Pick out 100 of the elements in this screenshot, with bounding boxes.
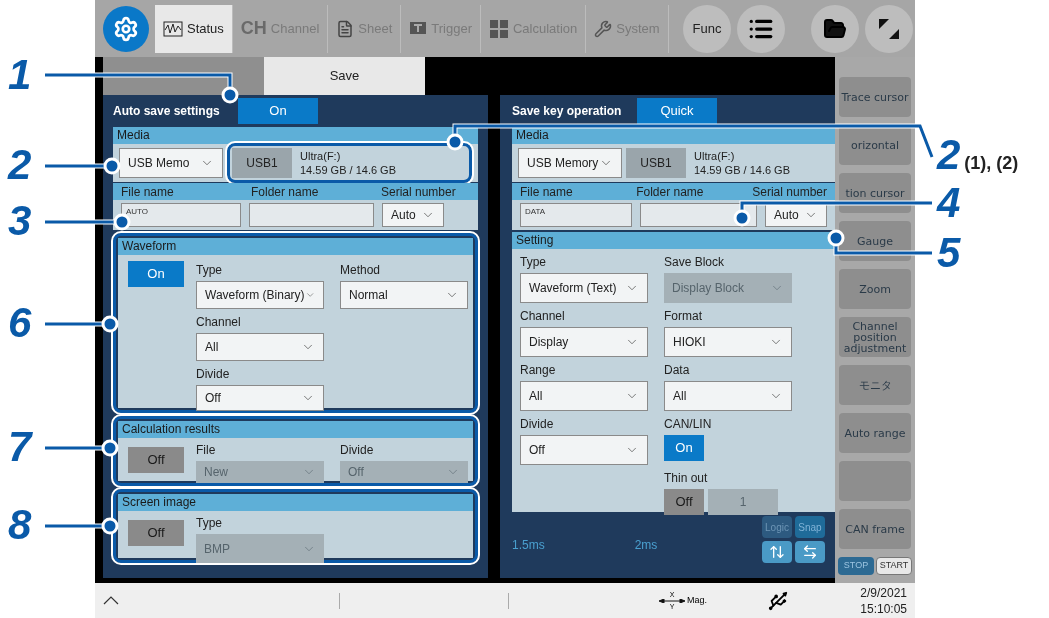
field-label: Folder name: [251, 183, 320, 201]
view-tab[interactable]: Save: [264, 57, 425, 95]
callout-number: 7: [8, 424, 32, 470]
vertical-arrows-icon: [769, 544, 785, 560]
callout-number: 6: [8, 300, 32, 346]
field-label: Type: [196, 515, 223, 532]
field-label: Divide: [340, 442, 375, 459]
resize-button[interactable]: [865, 4, 913, 53]
toggle-button[interactable]: On: [238, 98, 318, 124]
calculator-icon: [489, 18, 509, 39]
func-button[interactable]: Func: [683, 4, 731, 53]
callout-number: 8: [8, 502, 32, 548]
drive-name: Ultra(F:): [694, 149, 736, 163]
horizontal-arrows-button[interactable]: [795, 541, 825, 563]
dropdown[interactable]: All: [520, 381, 648, 411]
folder-button[interactable]: [811, 4, 859, 53]
port-label: USB1: [232, 148, 292, 178]
toolbar-tab[interactable]: Status: [155, 4, 233, 53]
sidebar-button[interactable]: Trace cursor: [839, 77, 911, 117]
toggle-button[interactable]: Off: [664, 489, 704, 515]
wrench-icon: [594, 19, 613, 38]
field-label: Serial number: [381, 183, 456, 201]
field-label: Data: [664, 362, 691, 379]
snap-button[interactable]: Snap: [795, 516, 825, 538]
dropdown[interactable]: USB Memory: [518, 148, 622, 178]
vertical-arrows-button[interactable]: [762, 541, 792, 563]
field-label: Divide: [196, 366, 231, 383]
stop-button[interactable]: STOP: [838, 557, 874, 575]
field-label: File name: [121, 183, 175, 201]
date-text: 2/9/2021: [860, 584, 907, 601]
toggle-button[interactable]: Quick: [637, 98, 717, 124]
capacity-text: 14.59 GB / 14.6 GB: [300, 163, 396, 177]
settings-icon: [113, 15, 139, 42]
section-header: Waveform: [118, 238, 473, 255]
folder-name-field[interactable]: [249, 203, 374, 227]
file-name-field[interactable]: AUTO: [121, 203, 241, 227]
callout-number: 2: [8, 142, 32, 188]
field-label: Format: [664, 308, 703, 325]
field-label: Method: [340, 262, 382, 279]
callout-number: 3: [8, 198, 32, 244]
sidebar-button[interactable]: Channel position adjustment: [839, 317, 911, 357]
sidebar-button[interactable]: CAN frame: [839, 509, 911, 549]
chevron-up-icon: [103, 596, 119, 605]
callout-number: 5: [937, 230, 961, 276]
section-header: Screen image: [118, 494, 473, 511]
dropdown[interactable]: Off: [520, 435, 648, 465]
sidebar-button[interactable]: Auto range: [839, 413, 911, 453]
channel-label: CH: [240, 17, 267, 40]
dropdown[interactable]: All: [664, 381, 792, 411]
panel-title: Auto save settings: [113, 103, 221, 120]
list-button[interactable]: [737, 4, 785, 53]
time-text: 15:10:05: [860, 600, 907, 617]
callout-note: (1), (2): [964, 152, 1019, 175]
field-label: Channel: [520, 308, 566, 325]
folder-icon: [823, 16, 847, 41]
logic-button[interactable]: Logic: [762, 516, 792, 538]
callout-number: 4: [937, 180, 961, 226]
port-label: USB1: [626, 148, 686, 178]
file-name-field[interactable]: DATA: [520, 203, 633, 227]
callout-number: 2: [937, 132, 961, 178]
field-label: Type: [520, 254, 547, 271]
dropdown[interactable]: USB Memo: [119, 148, 223, 178]
span-arrow-icon: [659, 598, 685, 603]
dropdown[interactable]: Auto: [382, 203, 444, 227]
dropdown[interactable]: Waveform (Text): [520, 273, 648, 303]
panel-title: Save key operation: [512, 103, 623, 120]
section-header: Setting: [512, 232, 835, 249]
thin-out-field[interactable]: 1: [708, 489, 778, 515]
trigger-icon: [409, 20, 428, 37]
corner-arrows-icon: [877, 16, 901, 41]
sheet-icon: [336, 19, 355, 38]
capacity-text: 14.59 GB / 14.6 GB: [694, 163, 790, 177]
mag-label: Mag.: [687, 593, 707, 607]
field-label: Range: [520, 362, 557, 379]
field-label: Save Block: [664, 254, 726, 271]
field-label: Folder name: [636, 183, 705, 201]
sidebar-button[interactable]: モニタ: [839, 365, 911, 405]
dropdown[interactable]: HIOKI: [664, 327, 792, 357]
field-label: Divide: [520, 416, 555, 433]
field-label: File name: [520, 183, 574, 201]
callout-number: 1: [8, 52, 32, 98]
field-label: Thin out: [664, 470, 709, 487]
field-label: Type: [196, 262, 223, 279]
sidebar-button[interactable]: Zoom: [839, 269, 911, 309]
toggle-button[interactable]: Off: [128, 447, 184, 473]
start-button[interactable]: START: [876, 557, 912, 575]
dropdown[interactable]: Waveform (Binary): [196, 281, 324, 309]
dropdown[interactable]: Display: [520, 327, 648, 357]
horizontal-arrows-icon: [802, 544, 818, 560]
toggle-button[interactable]: On: [664, 435, 704, 461]
field-label: Serial number: [752, 183, 827, 201]
toggle-button[interactable]: Off: [128, 520, 184, 546]
field-label: CAN/LIN: [664, 416, 713, 433]
dropdown[interactable]: All: [196, 333, 324, 361]
settings-button[interactable]: [103, 5, 149, 52]
field-label: Channel: [196, 314, 242, 331]
dropdown[interactable]: Off: [196, 385, 324, 411]
toggle-button[interactable]: On: [128, 261, 184, 287]
time-axis-label: 1.5ms: [512, 537, 545, 554]
dropdown[interactable]: Normal: [340, 281, 468, 309]
